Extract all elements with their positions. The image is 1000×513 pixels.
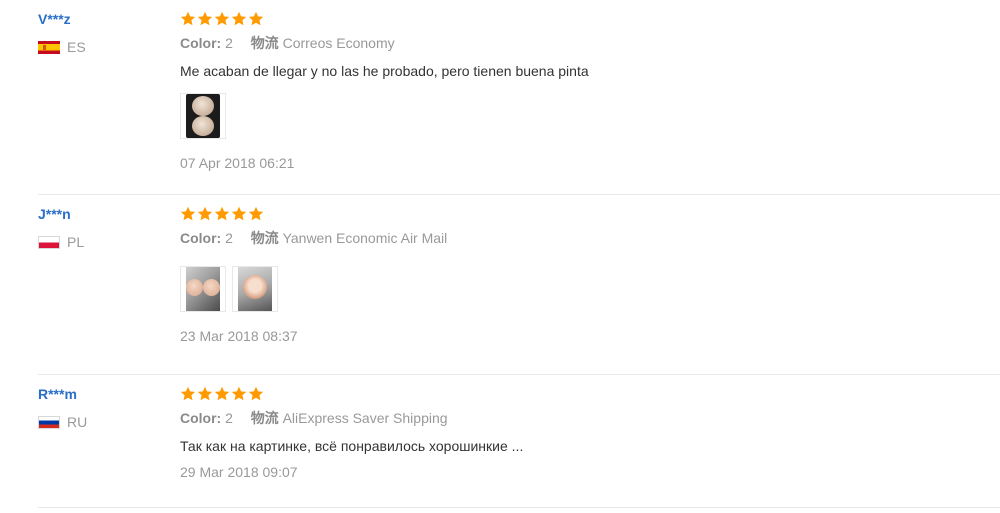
color-value: 2 bbox=[225, 410, 233, 426]
order-info: Color: 2 物流 Yanwen Economic Air Mail bbox=[180, 228, 447, 248]
review-date: 29 Mar 2018 09:07 bbox=[180, 464, 298, 480]
color-label: Color: bbox=[180, 230, 222, 246]
country-code: RU bbox=[67, 414, 88, 430]
star-icon bbox=[197, 206, 213, 222]
star-icon bbox=[180, 11, 196, 27]
shipping-value: Correos Economy bbox=[282, 35, 395, 51]
spain-flag-icon bbox=[38, 40, 60, 54]
country-code: PL bbox=[67, 234, 85, 250]
shipping-value: Yanwen Economic Air Mail bbox=[282, 230, 448, 246]
review-text: Так как на картинке, всё понравилось хор… bbox=[180, 438, 524, 454]
star-icon bbox=[197, 11, 213, 27]
order-info: Color: 2 物流 Correos Economy bbox=[180, 33, 589, 53]
review-body: Color: 2 物流 AliExpress Saver Shipping Та… bbox=[180, 384, 523, 482]
russia-flag-icon bbox=[38, 415, 60, 429]
star-rating bbox=[180, 204, 447, 224]
review-item: J***n PL Color: 2 物流 Yanwen Economic Air… bbox=[38, 195, 1000, 375]
review-text: Me acaban de llegar y no las he probado,… bbox=[180, 63, 589, 79]
star-icon bbox=[180, 386, 196, 402]
star-icon bbox=[214, 386, 230, 402]
reviewer-country: RU bbox=[38, 414, 168, 430]
shipping-label: 物流 bbox=[250, 410, 279, 426]
review-body: Color: 2 物流 Correos Economy Me acaban de… bbox=[180, 9, 589, 173]
country-code: ES bbox=[67, 39, 86, 55]
reviewer-name: R***m bbox=[38, 386, 77, 402]
star-rating bbox=[180, 9, 589, 29]
star-icon bbox=[214, 11, 230, 27]
color-value: 2 bbox=[225, 230, 233, 246]
color-value: 2 bbox=[225, 35, 233, 51]
review-list: V***z ES Color: 2 物流 Correos Economy Me … bbox=[0, 0, 1000, 513]
color-label: Color: bbox=[180, 35, 222, 51]
star-icon bbox=[180, 206, 196, 222]
reviewer-info: V***z ES bbox=[38, 10, 168, 55]
order-info: Color: 2 物流 AliExpress Saver Shipping bbox=[180, 408, 523, 428]
star-icon bbox=[248, 11, 264, 27]
product-photo bbox=[186, 94, 220, 138]
color-label: Color: bbox=[180, 410, 222, 426]
star-icon bbox=[231, 386, 247, 402]
review-date: 07 Apr 2018 06:21 bbox=[180, 155, 295, 171]
star-icon bbox=[248, 386, 264, 402]
review-photo-thumbnail[interactable] bbox=[232, 266, 278, 312]
reviewer-info: R***m RU bbox=[38, 385, 168, 430]
poland-flag-icon bbox=[38, 235, 60, 249]
star-icon bbox=[248, 206, 264, 222]
reviewer-country: PL bbox=[38, 234, 168, 250]
product-photo bbox=[238, 267, 272, 311]
shipping-label: 物流 bbox=[250, 35, 279, 51]
reviewer-info: J***n PL bbox=[38, 205, 168, 250]
star-icon bbox=[231, 11, 247, 27]
review-item: R***m RU Color: 2 物流 AliExpress Saver Sh… bbox=[38, 375, 1000, 508]
review-item: V***z ES Color: 2 物流 Correos Economy Me … bbox=[38, 0, 1000, 195]
reviewer-country: ES bbox=[38, 39, 168, 55]
star-icon bbox=[231, 206, 247, 222]
shipping-label: 物流 bbox=[250, 230, 279, 246]
product-photo bbox=[186, 267, 220, 311]
review-photo-thumbnail[interactable] bbox=[180, 93, 226, 139]
review-body: Color: 2 物流 Yanwen Economic Air Mail 23 … bbox=[180, 204, 447, 346]
reviewer-name: J***n bbox=[38, 206, 71, 222]
reviewer-name: V***z bbox=[38, 11, 71, 27]
star-icon bbox=[197, 386, 213, 402]
star-rating bbox=[180, 384, 523, 404]
review-photos bbox=[180, 93, 589, 139]
review-photo-thumbnail[interactable] bbox=[180, 266, 226, 312]
review-date: 23 Mar 2018 08:37 bbox=[180, 328, 298, 344]
shipping-value: AliExpress Saver Shipping bbox=[282, 410, 448, 426]
star-icon bbox=[214, 206, 230, 222]
review-photos bbox=[180, 266, 447, 312]
